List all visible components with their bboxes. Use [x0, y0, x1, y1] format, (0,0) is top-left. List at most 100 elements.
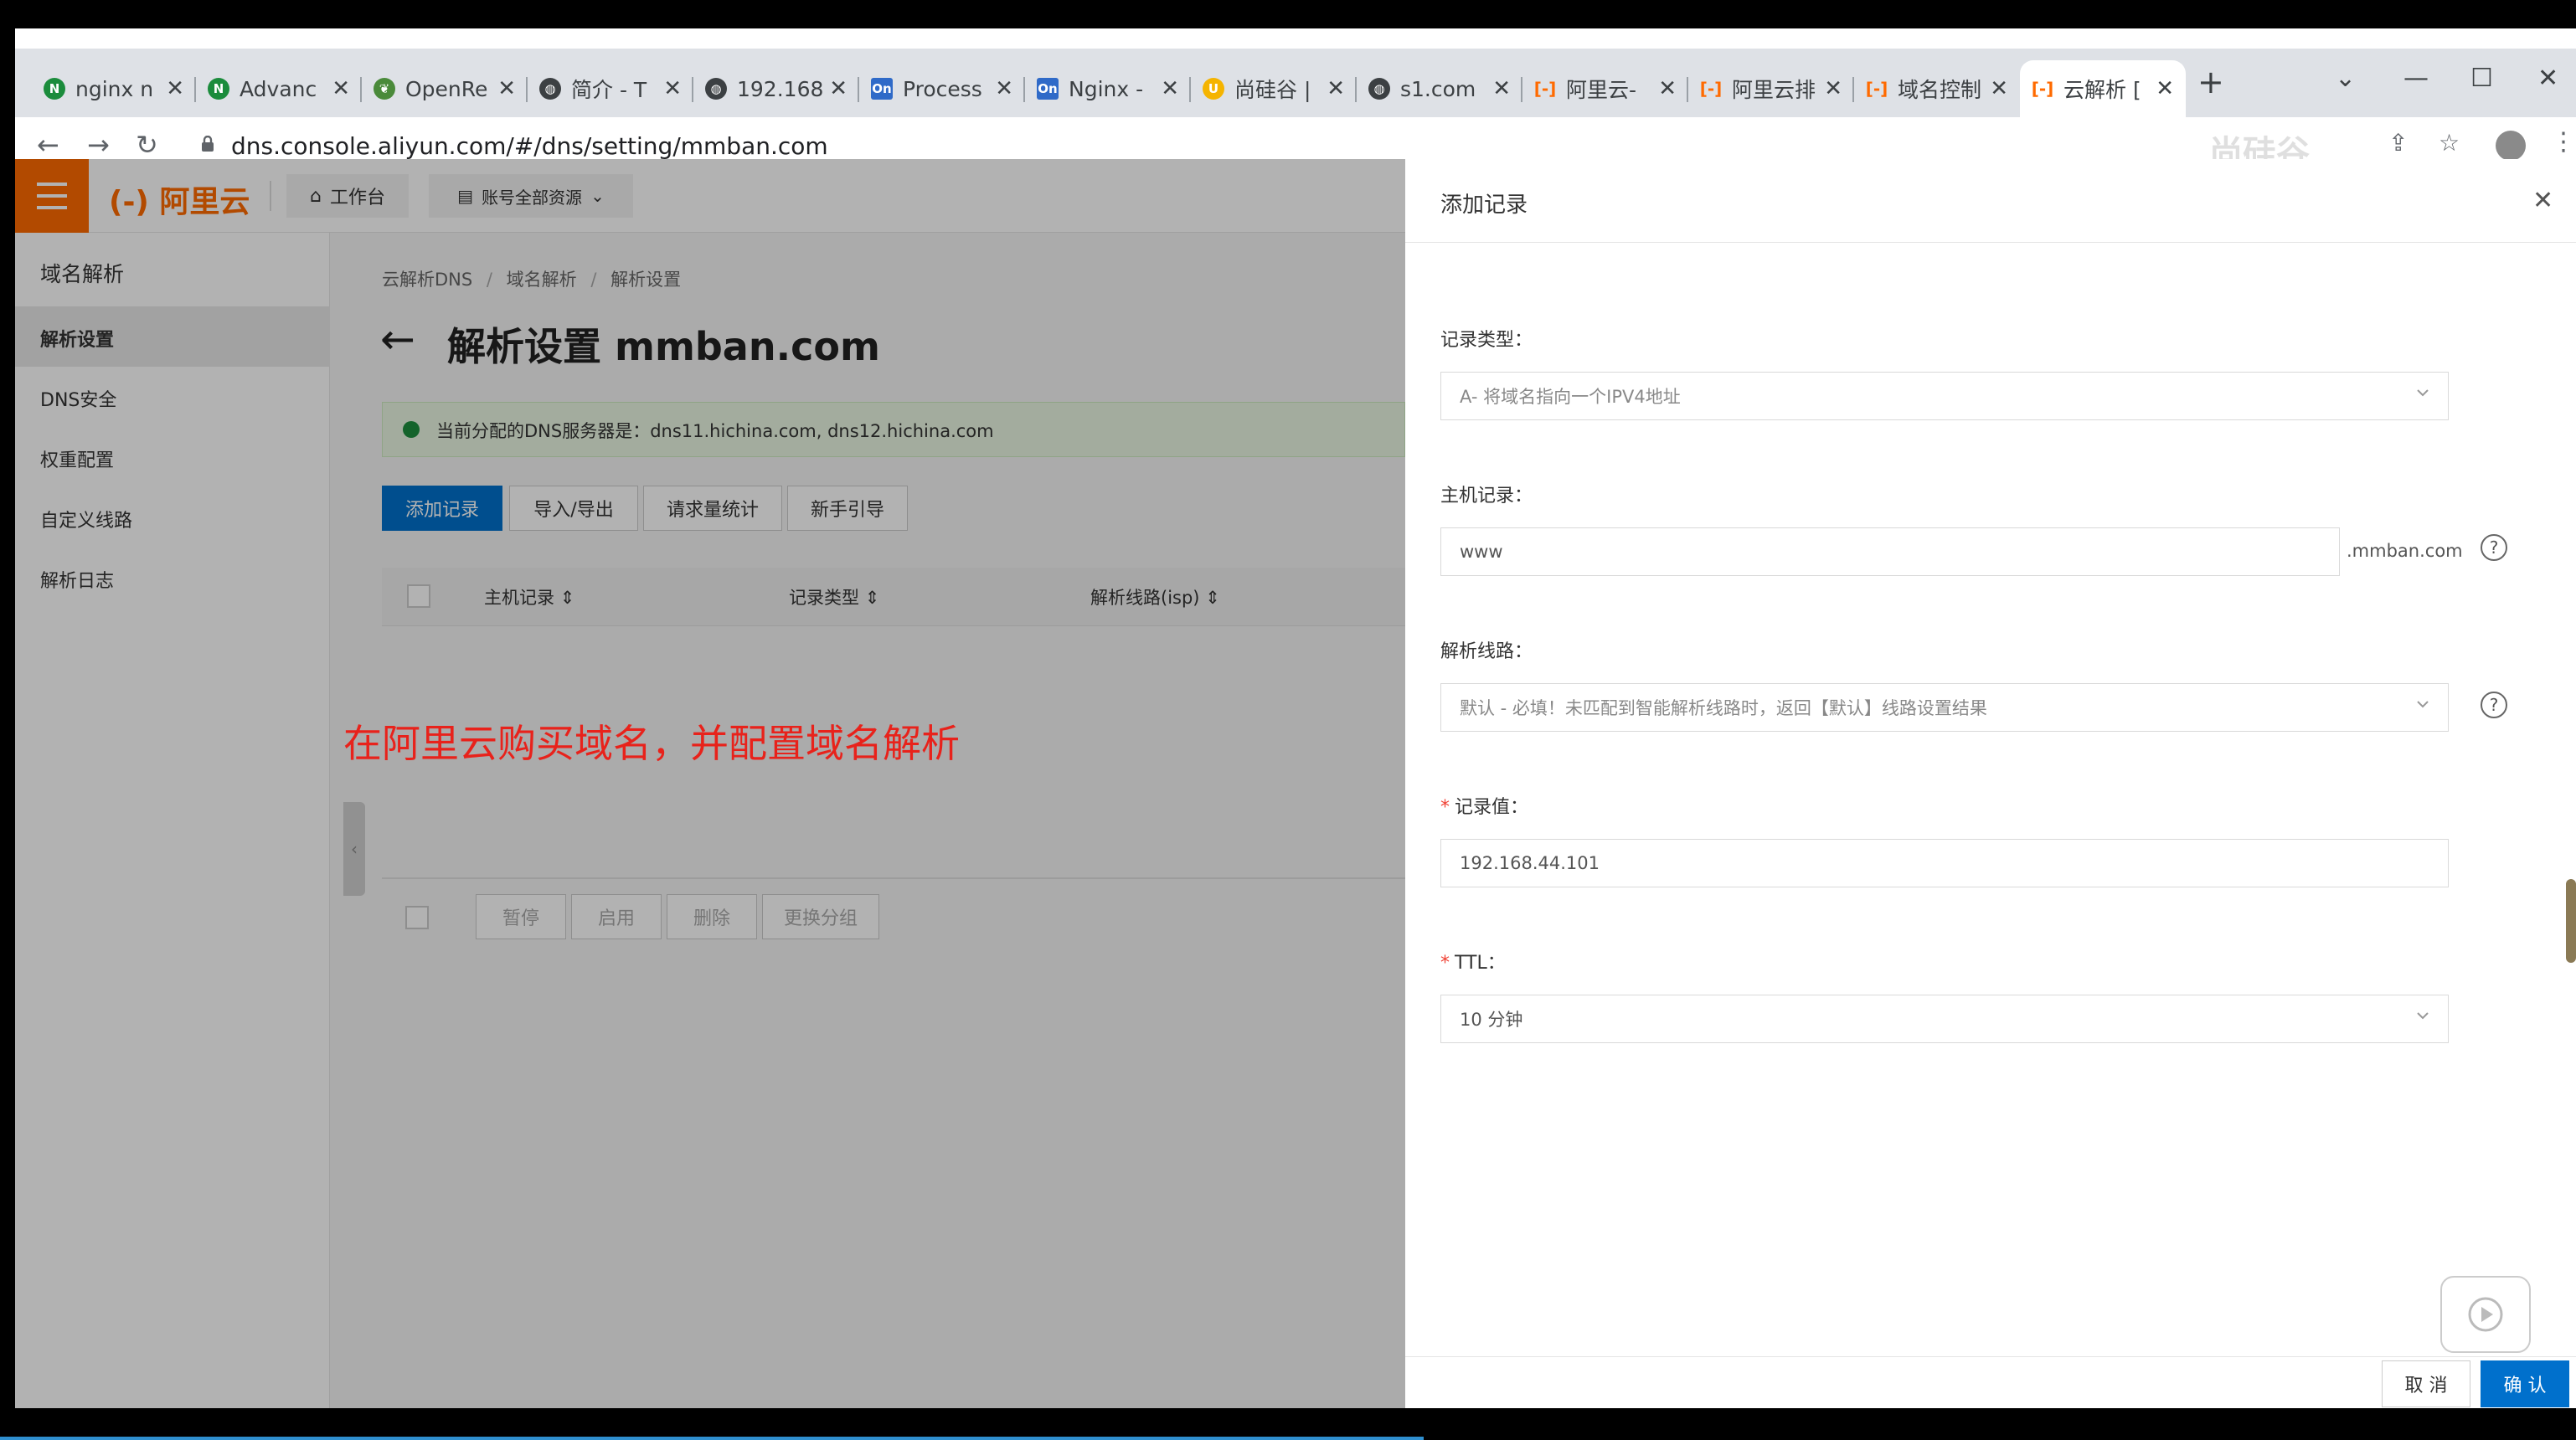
progress-line [0, 1437, 1424, 1440]
url-text[interactable]: dns.console.aliyun.com/#/dns/setting/mmb… [231, 132, 828, 160]
browser-tab[interactable]: [-] 阿里云- ✕ [1522, 60, 1688, 117]
browser-tab[interactable]: ◍ s1.com ✕ [1357, 60, 1522, 117]
close-window-icon[interactable]: ✕ [2537, 64, 2558, 93]
browser-tab[interactable]: U 尚硅谷 | ✕ [1191, 60, 1357, 117]
menu-icon[interactable]: ⋮ [2551, 127, 2576, 157]
close-tab-icon[interactable]: ✕ [1327, 76, 1345, 101]
value-label: * 记录值： [1440, 797, 1529, 818]
tab-search-icon[interactable]: ⌄ [2335, 64, 2356, 93]
close-tab-icon[interactable]: ✕ [1658, 76, 1677, 101]
close-tab-icon[interactable]: ✕ [166, 76, 184, 101]
modal-mask[interactable] [15, 159, 1405, 1408]
nginx-icon: N [208, 78, 229, 100]
atguigu-icon: U [1203, 78, 1224, 100]
browser-tab[interactable]: On Nginx - ✕ [1025, 60, 1191, 117]
close-tab-icon[interactable]: ✕ [829, 76, 848, 101]
play-icon [2468, 1297, 2503, 1332]
tab-strip: N nginx n ✕ N Advanc ✕ ❦ OpenRe ✕ ◍ 简介 -… [15, 49, 2576, 117]
tab-title: s1.com [1400, 76, 1476, 101]
tab-title: Nginx - [1069, 76, 1144, 101]
maximize-icon[interactable]: ☐ [2470, 64, 2493, 93]
tab-title: Advanc [240, 76, 317, 101]
cancel-button[interactable]: 取 消 [2382, 1360, 2470, 1407]
video-annotation: 在阿里云购买域名，并配置域名解析 [343, 721, 960, 766]
help-icon[interactable]: ? [2481, 534, 2507, 561]
back-icon[interactable]: ← [37, 129, 59, 161]
browser-tab[interactable]: [-] 阿里云排 ✕ [1688, 60, 1854, 117]
drawer-footer: 取 消 确 认 [1405, 1356, 2576, 1408]
record-value-input[interactable]: 192.168.44.101 [1440, 839, 2449, 887]
host-label: 主机记录： [1440, 486, 1533, 507]
video-player-widget[interactable] [2440, 1276, 2531, 1353]
record-type-select[interactable]: A- 将域名指向一个IPV4地址 [1440, 372, 2449, 420]
forward-icon[interactable]: → [87, 129, 110, 161]
close-icon[interactable]: ✕ [2532, 186, 2553, 215]
tab-title: 云解析 [ [2063, 78, 2141, 102]
help-icon[interactable]: ? [2481, 692, 2507, 718]
close-tab-icon[interactable]: ✕ [1492, 76, 1511, 101]
add-record-drawer: 添加记录 ✕ 记录类型： A- 将域名指向一个IPV4地址 主机记录： www … [1405, 159, 2576, 1408]
host-input[interactable]: www [1440, 527, 2340, 576]
chevron-down-icon [2417, 1012, 2429, 1020]
chevron-down-icon [2417, 701, 2429, 708]
close-tab-icon[interactable]: ✕ [1161, 76, 1179, 101]
tab-title: OpenRe [405, 76, 488, 101]
host-value: www [1460, 542, 1503, 562]
confirm-button[interactable]: 确 认 [2481, 1360, 2569, 1407]
browser-tab[interactable]: ◍ 192.168 ✕ [693, 60, 859, 117]
globe-icon: ◍ [705, 78, 727, 100]
browser-tab-active[interactable]: [-] 云解析 [ ✕ [2020, 60, 2186, 117]
browser-tab[interactable]: ❦ OpenRe ✕ [362, 60, 528, 117]
browser-tab[interactable]: [-] 域名控制 ✕ [1854, 60, 2020, 117]
browser-window: N nginx n ✕ N Advanc ✕ ❦ OpenRe ✕ ◍ 简介 -… [15, 28, 2576, 1408]
scrollbar-thumb[interactable] [2566, 879, 2576, 963]
on-icon: On [871, 78, 893, 100]
openresty-icon: ❦ [374, 78, 395, 100]
ttl-value: 10 分钟 [1460, 1010, 1523, 1030]
close-tab-icon[interactable]: ✕ [332, 76, 350, 101]
globe-icon: ◍ [539, 78, 561, 100]
browser-tab[interactable]: N Advanc ✕ [196, 60, 362, 117]
line-value: 默认 - 必填！未匹配到智能解析线路时，返回【默认】线路设置结果 [1460, 698, 1987, 718]
aliyun-icon: [-] [1699, 79, 1723, 99]
tab-title: nginx n [75, 76, 154, 101]
aliyun-icon: [-] [1865, 79, 1888, 99]
close-tab-icon[interactable]: ✕ [1824, 76, 1842, 101]
new-tab-icon[interactable]: + [2197, 64, 2224, 100]
record-type-value: A- 将域名指向一个IPV4地址 [1460, 387, 1681, 407]
on-icon: On [1037, 78, 1059, 100]
tab-title: 域名控制 [1898, 78, 1982, 102]
drawer-title: 添加记录 [1440, 193, 1528, 218]
drawer-header: 添加记录 ✕ [1405, 159, 2576, 243]
tab-title: 简介 - T [571, 78, 647, 102]
star-icon[interactable]: ☆ [2439, 129, 2460, 157]
share-icon[interactable]: ⇪ [2388, 129, 2408, 157]
browser-tab[interactable]: N nginx n ✕ [32, 60, 196, 117]
browser-tab[interactable]: ◍ 简介 - T ✕ [528, 60, 693, 117]
browser-tab[interactable]: On Process ✕ [859, 60, 1025, 117]
chevron-down-icon [2417, 389, 2429, 397]
close-tab-icon[interactable]: ✕ [663, 76, 682, 101]
close-tab-icon[interactable]: ✕ [2156, 76, 2174, 101]
close-tab-icon[interactable]: ✕ [497, 76, 516, 101]
line-select[interactable]: 默认 - 必填！未匹配到智能解析线路时，返回【默认】线路设置结果 [1440, 683, 2449, 732]
close-tab-icon[interactable]: ✕ [995, 76, 1013, 101]
domain-suffix: .mmban.com [2347, 541, 2463, 561]
reload-icon[interactable]: ↻ [136, 129, 158, 161]
lock-icon [202, 136, 214, 152]
record-value: 192.168.44.101 [1460, 853, 1600, 873]
line-label: 解析线路： [1440, 641, 1533, 662]
tab-title: 192.168 [737, 76, 823, 101]
minimize-icon[interactable]: — [2403, 64, 2429, 93]
tab-title: 阿里云- [1566, 78, 1637, 102]
ttl-select[interactable]: 10 分钟 [1440, 995, 2449, 1043]
aliyun-icon: [-] [2031, 79, 2054, 99]
tab-title: 阿里云排 [1732, 78, 1816, 102]
record-type-label: 记录类型： [1440, 330, 1533, 351]
tab-title: Process [903, 76, 982, 101]
aliyun-icon: [-] [1533, 79, 1557, 99]
close-tab-icon[interactable]: ✕ [1990, 76, 2008, 101]
profile-avatar[interactable] [2496, 131, 2526, 161]
globe-icon: ◍ [1368, 78, 1390, 100]
tab-title: 尚硅谷 | [1234, 78, 1311, 102]
